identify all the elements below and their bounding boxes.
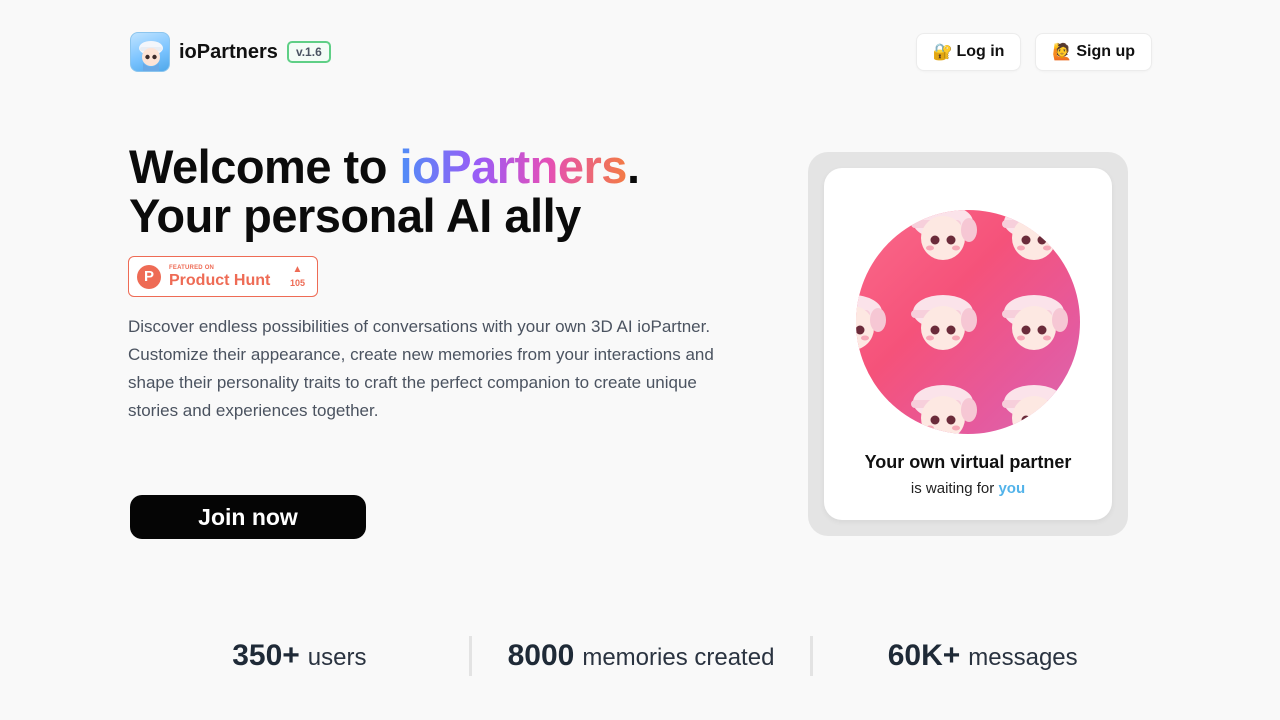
signup-button[interactable]: 🙋 Sign up	[1035, 33, 1152, 71]
headline-brand: ioPartners	[399, 140, 627, 193]
login-button[interactable]: 🔐 Log in	[915, 33, 1022, 71]
headline-prefix: Welcome to	[129, 140, 400, 193]
card-subtitle-highlight: you	[998, 480, 1026, 497]
signup-label: Sign up	[1076, 43, 1135, 60]
partner-avatar-image	[856, 210, 1080, 434]
product-hunt-name: Product Hunt	[169, 271, 271, 289]
version-badge: v.1.6	[286, 41, 331, 63]
headline-line2: Your personal AI ally	[129, 189, 581, 242]
card-subtitle: is waiting for you	[824, 480, 1112, 497]
site-header: ioPartners v.1.6 🔐 Log in 🙋 Sign up	[130, 32, 1152, 72]
product-hunt-votes: ▲ 105	[290, 264, 305, 289]
stat-value: 8000	[507, 639, 575, 672]
stat-messages: 60K+ messages	[813, 639, 1152, 673]
auth-nav: 🔐 Log in 🙋 Sign up	[915, 33, 1152, 71]
brand[interactable]: ioPartners v.1.6	[130, 32, 331, 72]
lock-key-icon: 🔐	[932, 44, 953, 61]
login-label: Log in	[956, 43, 1005, 60]
stats-bar: 350+ users 8000 memories created 60K+ me…	[130, 636, 1152, 676]
headline-suffix: .	[626, 140, 640, 193]
brand-name: ioPartners	[179, 40, 278, 63]
app-logo-icon[interactable]	[130, 32, 170, 72]
stat-memories: 8000 memories created	[472, 639, 811, 673]
stat-label: messages	[968, 644, 1078, 671]
product-hunt-featured: FEATURED ON	[169, 264, 215, 271]
join-now-button[interactable]: Join now	[130, 495, 366, 539]
raising-hand-icon: 🙋	[1052, 44, 1073, 61]
card-title: Your own virtual partner	[864, 452, 1072, 472]
product-hunt-logo: P	[137, 264, 161, 289]
stat-label: users	[307, 644, 367, 671]
hero-headline: Welcome to ioPartners. Your personal AI …	[129, 142, 640, 240]
card-subtitle-prefix: is waiting for	[910, 480, 999, 497]
hero-description: Discover endless possibilities of conver…	[128, 317, 714, 420]
stat-label: memories created	[582, 644, 775, 671]
stat-users: 350+ users	[130, 639, 469, 673]
stat-value: 350+	[232, 639, 300, 672]
upvote-arrow-icon: ▲	[292, 264, 303, 275]
stat-value: 60K+	[887, 639, 961, 672]
upvote-count: 105	[289, 278, 305, 288]
product-hunt-badge[interactable]: P FEATURED ON Product Hunt ▲ 105	[128, 256, 318, 297]
product-hunt-text: FEATURED ON Product Hunt	[169, 265, 270, 289]
